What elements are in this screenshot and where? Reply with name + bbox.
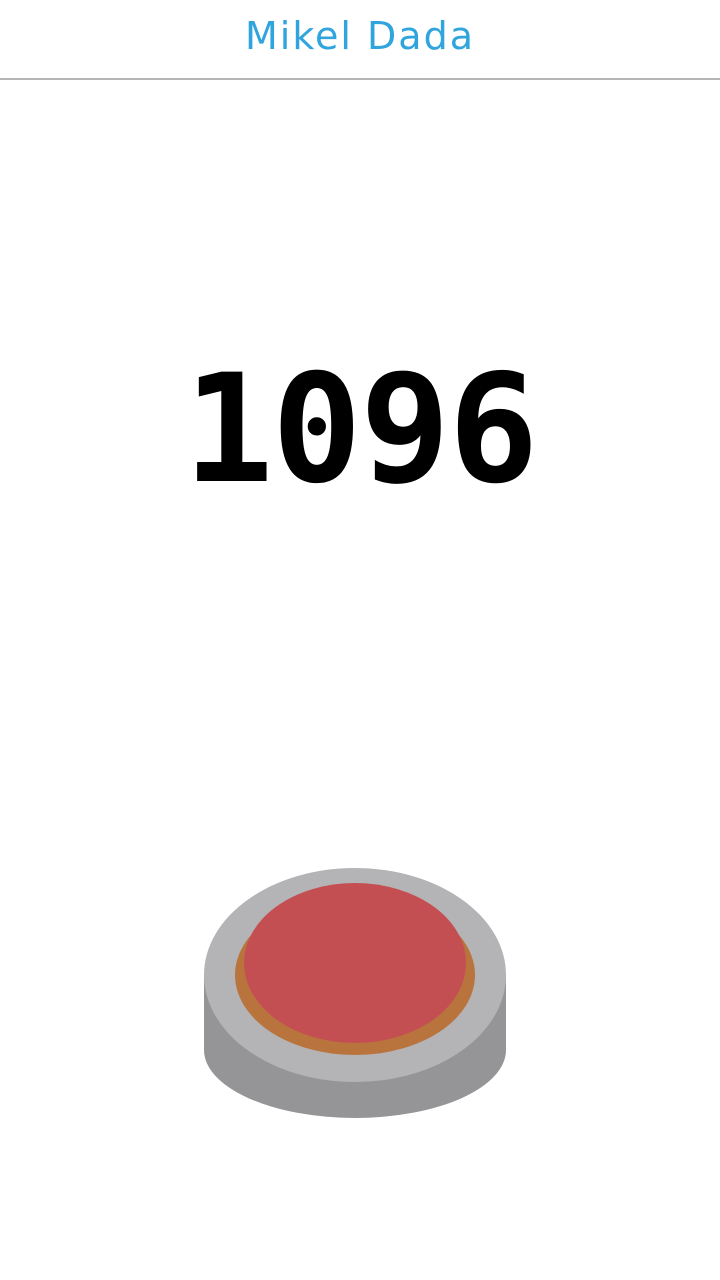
button-cap [244,883,466,1043]
click-counter: 1096 [183,343,538,517]
red-push-button-icon [204,868,506,1118]
app-screen: Mikel Dada 1096 [0,0,720,1280]
big-red-button[interactable] [200,865,510,1125]
app-header: Mikel Dada [0,0,720,80]
page-title: Mikel Dada [245,14,475,58]
